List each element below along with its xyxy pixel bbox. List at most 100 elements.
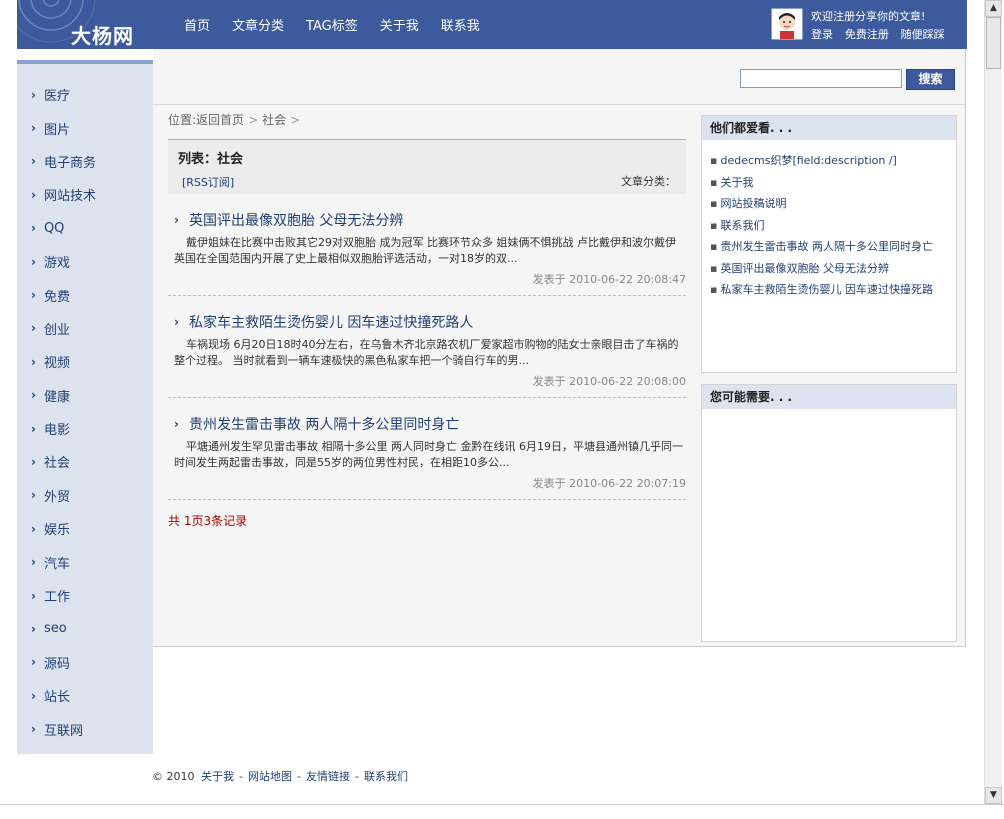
- sidebar-list: › 医疗 › 图片 › 电子商务 › 网站技术 › QQ › 游戏 › 免费 › 创业 › 视频 › 健康 › 电影 › 社会…: [17, 64, 153, 746]
- sidebar-item[interactable]: › 视频: [17, 345, 153, 378]
- sidebar-item[interactable]: › 社会: [17, 445, 153, 478]
- sidebar-item[interactable]: › 电子商务: [17, 145, 153, 178]
- chevron-right-icon: ›: [174, 417, 179, 431]
- popular-item-label: 英国评出最像双胞胎 父母无法分辨: [720, 261, 889, 275]
- footer-link-friends[interactable]: 友情链接: [306, 770, 350, 783]
- rss-link[interactable]: [RSS订阅]: [182, 174, 234, 190]
- scroll-thumb[interactable]: [986, 17, 1001, 69]
- popular-list: ▪ dedecms织梦[field:description /] ▪ 关于我 ▪ 网站投稿…: [702, 140, 956, 301]
- search-button[interactable]: 搜索: [906, 69, 955, 90]
- chevron-right-icon: ›: [31, 388, 36, 403]
- popular-item[interactable]: ▪ 网站投稿说明: [710, 193, 956, 215]
- logo[interactable]: 大杨网: [17, 0, 153, 49]
- site-header: 大杨网 首页 文章分类 TAG标签 关于我 联系我 欢迎注册分享你的文章! 登录…: [17, 0, 967, 49]
- nav-about[interactable]: 关于我: [380, 15, 419, 34]
- recommend-box: 您可能需要. . .: [701, 384, 957, 642]
- article-title-link[interactable]: 贵州发生雷击事故 两人隔十多公里同时身亡: [189, 414, 459, 434]
- sidebar-item-label: 电子商务: [43, 155, 96, 171]
- sidebar-item[interactable]: › seo: [17, 612, 153, 645]
- sidebar-item[interactable]: › 创业: [17, 312, 153, 345]
- footer-link-about[interactable]: 关于我: [201, 770, 234, 783]
- nav-home[interactable]: 首页: [184, 15, 210, 34]
- sidebar-item[interactable]: › QQ: [17, 212, 153, 245]
- chevron-right-icon: ›: [31, 688, 36, 703]
- search-input[interactable]: [740, 69, 902, 88]
- sidebar-item[interactable]: › 源码: [17, 646, 153, 679]
- footer: © 2010 关于我 - 网站地图 - 友情链接 - 联系我们: [152, 768, 411, 784]
- article-title-link[interactable]: 英国评出最像双胞胎 父母无法分辨: [189, 210, 403, 230]
- popular-item[interactable]: ▪ 关于我: [710, 172, 956, 194]
- article-date: 发表于 2010-06-22 20:08:00: [532, 375, 686, 388]
- bullet-icon: ▪: [710, 261, 718, 275]
- popular-box: 他们都爱看. . . ▪ dedecms织梦[field:description …: [701, 115, 957, 373]
- sidebar-item[interactable]: › 娱乐: [17, 512, 153, 545]
- sidebar-item[interactable]: › 医疗: [17, 78, 153, 111]
- nav-tags[interactable]: TAG标签: [306, 15, 358, 34]
- sidebar-item[interactable]: › 网站技术: [17, 178, 153, 211]
- popular-item[interactable]: ▪ 私家车主救陌生烫伤婴儿 因车速过快撞死路: [710, 279, 956, 301]
- sidebar-item-label: 汽车: [43, 556, 70, 572]
- sidebar-item[interactable]: › 健康: [17, 379, 153, 412]
- popular-item[interactable]: ▪ 英国评出最像双胞胎 父母无法分辨: [710, 258, 956, 280]
- article-title-link[interactable]: 私家车主救陌生烫伤婴儿 因车速过快撞死路人: [189, 312, 473, 332]
- sidebar-item-label: 工作: [43, 590, 70, 606]
- sidebar-item-label: 网站技术: [43, 189, 96, 205]
- nav-contact[interactable]: 联系我: [441, 15, 480, 34]
- register-link[interactable]: 免费注册: [845, 28, 889, 41]
- login-link[interactable]: 登录: [811, 28, 833, 41]
- sidebar-item-label: 免费: [43, 289, 70, 305]
- sidebar-item[interactable]: › 站长: [17, 679, 153, 712]
- breadcrumb-prefix: 位置:: [168, 113, 197, 127]
- chevron-right-icon: ›: [174, 213, 179, 227]
- sidebar-item-label: 源码: [43, 656, 70, 672]
- breadcrumb: 位置:返回首页 > 社会 >: [168, 109, 686, 131]
- popular-item[interactable]: ▪ dedecms织梦[field:description /]: [710, 150, 956, 172]
- footer-link-sitemap[interactable]: 网站地图: [248, 770, 292, 783]
- article-item: › 私家车主救陌生烫伤婴儿 因车速过快撞死路人 车祸现场 6月20日18时40分左右…: [168, 300, 686, 398]
- category-label: 文章分类：: [621, 175, 676, 188]
- chevron-right-icon: ›: [31, 321, 36, 336]
- popular-item[interactable]: ▪ 联系我们: [710, 215, 956, 237]
- breadcrumb-home[interactable]: 返回首页: [196, 113, 244, 127]
- sidebar-item-label: 娱乐: [43, 523, 70, 539]
- article-title-row: › 英国评出最像双胞胎 父母无法分辨: [168, 210, 686, 230]
- top-nav: 首页 文章分类 TAG标签 关于我 联系我: [184, 0, 502, 49]
- content-column: 位置:返回首页 > 社会 > 列表：社会 [RSS订阅] 文章分类： › 英国评出最像双…: [168, 109, 686, 529]
- random-link[interactable]: 随便踩踩: [901, 28, 945, 41]
- user-box: 欢迎注册分享你的文章! 登录 免费注册 随便踩踩: [771, 6, 957, 44]
- sidebar-item[interactable]: › 工作: [17, 579, 153, 612]
- popular-item[interactable]: ▪ 贵州发生雷击事故 两人隔十多公里同时身亡: [710, 236, 956, 258]
- sidebar-item-label: 图片: [43, 122, 70, 138]
- chevron-right-icon: ›: [31, 354, 36, 369]
- nav-categories[interactable]: 文章分类: [232, 15, 284, 34]
- main-panel: 搜索 位置:返回首页 > 社会 > 列表：社会 [RSS订阅] 文章分类： › 英国评出…: [153, 49, 966, 647]
- search-bar: 搜索: [153, 49, 965, 105]
- sidebar-item[interactable]: › 汽车: [17, 545, 153, 578]
- chevron-right-icon: ›: [31, 621, 36, 636]
- sidebar-item[interactable]: › 游戏: [17, 245, 153, 278]
- footer-sep: -: [239, 770, 243, 783]
- vertical-scrollbar[interactable]: ▲ ▼: [984, 0, 1002, 804]
- footer-link-contact[interactable]: 联系我们: [364, 770, 408, 783]
- scroll-up-arrow-icon[interactable]: ▲: [985, 0, 1002, 17]
- footer-sep: -: [296, 770, 301, 783]
- sidebar-item[interactable]: › 互联网: [17, 712, 153, 745]
- breadcrumb-current[interactable]: 社会: [262, 113, 286, 127]
- article-list: › 英国评出最像双胞胎 父母无法分辨戴伊姐妹在比赛中击败其它29对双胞胎 成为冠军…: [168, 198, 686, 500]
- sidebar-item[interactable]: › 电影: [17, 412, 153, 445]
- bullet-icon: ▪: [710, 218, 718, 232]
- copyright: © 2010: [152, 770, 195, 783]
- article-summary: 戴伊姐妹在比赛中击败其它29对双胞胎 成为冠军 比赛环节众多 姐妹俩不惧挑战 卢…: [174, 236, 676, 265]
- pager: 共 1页3条记录: [168, 514, 248, 528]
- scroll-down-arrow-icon[interactable]: ▼: [985, 787, 1002, 804]
- sidebar-item[interactable]: › 图片: [17, 111, 153, 144]
- bullet-icon: ▪: [710, 197, 718, 210]
- sidebar-item[interactable]: › 免费: [17, 278, 153, 311]
- sidebar-item[interactable]: › 外贸: [17, 479, 153, 512]
- breadcrumb-sep: >: [290, 113, 301, 127]
- logo-text: 大杨网: [71, 24, 134, 48]
- breadcrumb-sep: >: [248, 113, 259, 127]
- popular-item-label: dedecms织梦[field:description /]: [720, 154, 897, 167]
- article-item: › 贵州发生雷击事故 两人隔十多公里同时身亡 平塘通州发生罕见雷击事故 相隔十多公里…: [168, 402, 686, 500]
- category-sidebar: › 医疗 › 图片 › 电子商务 › 网站技术 › QQ › 游戏 › 免费 › 创业 › 视频 › 健康 › 电影 › 社会…: [17, 60, 153, 754]
